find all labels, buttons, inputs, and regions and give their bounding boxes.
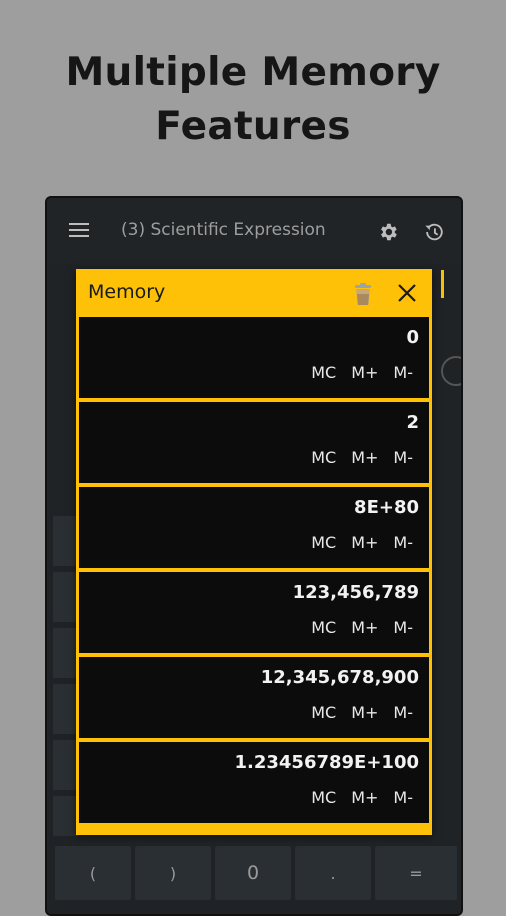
memory-subtract-button[interactable]: M- — [393, 448, 413, 467]
memory-item[interactable]: 0 MC M+ M- — [79, 317, 429, 398]
history-icon[interactable] — [423, 221, 445, 243]
memory-add-button[interactable]: M+ — [351, 618, 378, 637]
memory-value: 8E+80 — [354, 497, 419, 518]
headline-line-2: Features — [155, 104, 351, 149]
memory-actions: MC M+ M- — [296, 448, 413, 467]
app-bar: (3) Scientific Expression — [47, 198, 461, 264]
background-circle-button — [441, 356, 461, 386]
memory-clear-button[interactable]: MC — [311, 363, 336, 382]
display-cursor — [441, 270, 444, 298]
memory-clear-button[interactable]: MC — [311, 448, 336, 467]
memory-subtract-button[interactable]: M- — [393, 533, 413, 552]
memory-add-button[interactable]: M+ — [351, 533, 378, 552]
memory-clear-button[interactable]: MC — [311, 618, 336, 637]
memory-item[interactable]: 8E+80 MC M+ M- — [79, 487, 429, 568]
headline: Multiple Memory Features — [0, 46, 506, 154]
key-equals[interactable]: = — [375, 846, 457, 900]
memory-item[interactable]: 2 MC M+ M- — [79, 402, 429, 483]
key-close-paren[interactable]: ) — [135, 846, 211, 900]
memory-actions: MC M+ M- — [296, 618, 413, 637]
memory-item[interactable]: 123,456,789 MC M+ M- — [79, 572, 429, 653]
memory-subtract-button[interactable]: M- — [393, 618, 413, 637]
memory-clear-button[interactable]: MC — [311, 533, 336, 552]
memory-actions: MC M+ M- — [296, 788, 413, 807]
memory-value: 123,456,789 — [292, 582, 419, 603]
app-title: (3) Scientific Expression — [121, 220, 326, 240]
close-icon[interactable] — [397, 283, 417, 303]
memory-add-button[interactable]: M+ — [351, 788, 378, 807]
memory-value: 0 — [406, 327, 419, 348]
memory-list: 0 MC M+ M- 2 MC M+ M- 8E+80 MC M+ M- 123… — [79, 317, 429, 823]
memory-item[interactable]: 1.23456789E+100 MC M+ M- — [79, 742, 429, 823]
memory-subtract-button[interactable]: M- — [393, 703, 413, 722]
key-decimal[interactable]: . — [295, 846, 371, 900]
memory-subtract-button[interactable]: M- — [393, 788, 413, 807]
memory-item[interactable]: 12,345,678,900 MC M+ M- — [79, 657, 429, 738]
menu-icon[interactable] — [69, 223, 89, 237]
memory-actions: MC M+ M- — [296, 703, 413, 722]
memory-clear-button[interactable]: MC — [311, 788, 336, 807]
key-zero[interactable]: 0 — [215, 846, 291, 900]
memory-value: 1.23456789E+100 — [234, 752, 419, 773]
memory-add-button[interactable]: M+ — [351, 448, 378, 467]
memory-actions: MC M+ M- — [296, 533, 413, 552]
memory-add-button[interactable]: M+ — [351, 703, 378, 722]
memory-dialog-title: Memory — [88, 281, 166, 303]
memory-subtract-button[interactable]: M- — [393, 363, 413, 382]
headline-line-1: Multiple Memory — [65, 50, 441, 95]
key-open-paren[interactable]: ( — [55, 846, 131, 900]
memory-dialog-header: Memory — [79, 269, 429, 317]
memory-value: 2 — [406, 412, 419, 433]
trash-icon[interactable] — [352, 282, 374, 306]
memory-add-button[interactable]: M+ — [351, 363, 378, 382]
memory-value: 12,345,678,900 — [260, 667, 419, 688]
gear-icon[interactable] — [377, 221, 399, 243]
memory-actions: MC M+ M- — [296, 363, 413, 382]
memory-clear-button[interactable]: MC — [311, 703, 336, 722]
memory-dialog: Memory 0 MC M+ M- 2 MC M+ M- 8E+80 MC M+… — [76, 269, 432, 835]
